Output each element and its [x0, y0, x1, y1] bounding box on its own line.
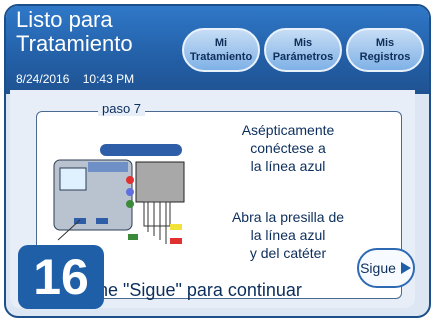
sigue-button[interactable]: Sigue: [357, 248, 415, 288]
step-label: paso 7: [98, 101, 146, 116]
tab-label-2: Tratamiento: [189, 51, 253, 63]
play-right-icon: [400, 262, 411, 274]
instruction-line: la línea azul: [250, 158, 326, 174]
instruction-line: Asépticamente: [241, 122, 335, 138]
continue-prompt: one "Sigue" para continuar: [88, 280, 302, 300]
tab-mis-registros[interactable]: Mis Registros: [346, 28, 424, 72]
tab-mis-parametros[interactable]: Mis Parámetros: [264, 28, 342, 72]
sigue-label: Sigue: [360, 260, 396, 276]
instruction-connect: Asépticamente conéctese a la línea azul: [218, 121, 358, 175]
tab-label-1: Mis: [293, 37, 313, 49]
datetime: 8/24/2016 10:43 PM: [16, 72, 134, 86]
instruction-clamp: Abra la presilla de la línea azul y del …: [208, 208, 368, 262]
page-title: Listo para Tratamiento: [16, 8, 133, 56]
tab-label-1: Mis: [375, 37, 395, 49]
date: 8/24/2016: [16, 72, 70, 86]
instruction-line: conéctese a: [250, 140, 326, 156]
header: Listo para Tratamiento 8/24/2016 10:43 P…: [6, 6, 429, 94]
instruction-line: y del catéter: [249, 245, 327, 261]
time: 10:43 PM: [82, 72, 135, 86]
tab-mi-tratamiento[interactable]: Mi Tratamiento: [182, 28, 260, 72]
title-line-1: Listo para: [16, 7, 113, 32]
tab-label-2: Registros: [359, 51, 411, 63]
instruction-line: Abra la presilla de: [231, 209, 345, 225]
machine-illustration-icon: [53, 144, 185, 244]
title-line-2: Tratamiento: [16, 31, 133, 56]
tab-label-2: Parámetros: [272, 51, 334, 63]
step-number-badge: 16: [18, 245, 104, 309]
tab-label-1: Mi: [214, 37, 228, 49]
instruction-line: la línea azul: [250, 227, 326, 243]
